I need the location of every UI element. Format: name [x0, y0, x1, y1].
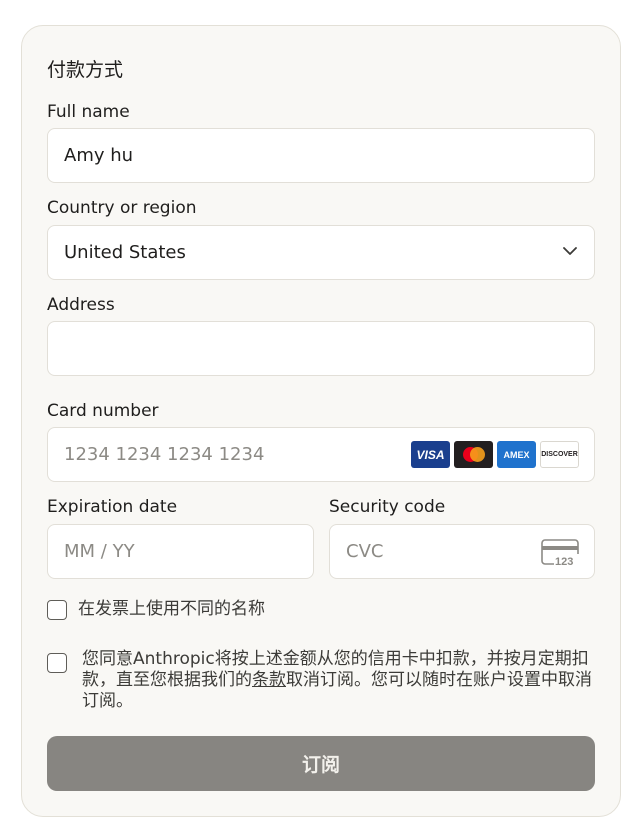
card-number-input[interactable]: 1234 1234 1234 1234 VISA AMEX DISCOVER [47, 427, 595, 482]
cvc-icon-text: 123 [555, 556, 573, 567]
country-label: Country or region [47, 198, 197, 218]
full-name-value: Amy hu [64, 145, 134, 166]
terms-link[interactable]: 条款 [252, 670, 286, 690]
security-code-input[interactable]: CVC 123 [329, 524, 595, 579]
security-code-placeholder: CVC [346, 541, 384, 562]
card-number-label: Card number [47, 401, 159, 421]
amex-icon: AMEX [497, 441, 536, 468]
country-select[interactable]: United States [47, 225, 595, 280]
country-value: United States [64, 242, 186, 263]
expiry-input[interactable]: MM / YY [47, 524, 314, 579]
security-code-label: Security code [329, 497, 446, 517]
expiry-label: Expiration date [47, 497, 178, 517]
different-name-checkbox[interactable] [47, 600, 67, 620]
chevron-down-icon [563, 247, 577, 255]
mastercard-icon [454, 441, 493, 468]
address-input[interactable] [47, 321, 595, 376]
card-number-placeholder: 1234 1234 1234 1234 [64, 444, 265, 465]
card-brands: VISA AMEX DISCOVER [411, 441, 579, 468]
consent-text: 您同意Anthropic将按上述金额从您的信用卡中扣款，并按月定期扣款，直至您根… [82, 649, 597, 712]
address-label: Address [47, 295, 115, 315]
different-name-label: 在发票上使用不同的名称 [78, 599, 265, 619]
consent-checkbox[interactable] [47, 653, 67, 673]
full-name-input[interactable]: Amy hu [47, 128, 595, 183]
cvc-card-icon: 123 [541, 539, 579, 567]
visa-icon: VISA [411, 441, 450, 468]
subscribe-button[interactable]: 订阅 [47, 736, 595, 791]
full-name-label: Full name [47, 102, 130, 122]
payment-form-card: 付款方式 Full name Amy hu Country or region … [21, 25, 621, 817]
expiry-placeholder: MM / YY [64, 541, 135, 562]
form-title: 付款方式 [47, 59, 124, 81]
discover-icon: DISCOVER [540, 441, 579, 468]
